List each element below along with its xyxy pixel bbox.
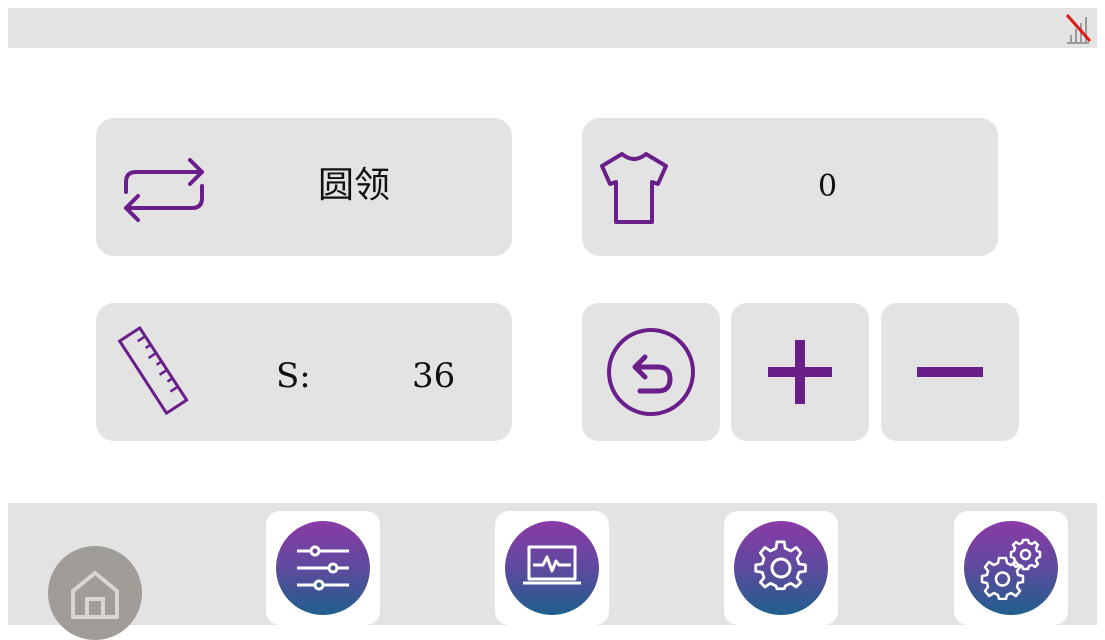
size-value: 36 (412, 356, 456, 396)
signal-off-icon (1065, 14, 1091, 44)
repeat-icon (124, 158, 204, 222)
monitor-icon (523, 545, 581, 585)
gear-icon (754, 540, 807, 591)
bottom-nav-bar (8, 503, 1097, 640)
nav-home-button[interactable] (48, 546, 142, 640)
top-status-bar (8, 8, 1097, 48)
plus-button[interactable] (731, 303, 869, 441)
collar-type-label: 圆领 (318, 165, 391, 206)
sliders-icon (297, 545, 349, 591)
plus-icon (768, 340, 832, 404)
garment-count-card: 0 (582, 118, 998, 256)
collar-type-card[interactable]: 圆领 (96, 118, 512, 256)
nav-monitor-button[interactable] (495, 511, 609, 625)
undo-icon (607, 328, 695, 416)
gears-icon (980, 538, 1042, 600)
minus-button[interactable] (881, 303, 1019, 441)
nav-advanced-settings-button[interactable] (954, 511, 1068, 625)
home-icon (71, 571, 119, 619)
garment-count-value: 0 (818, 169, 838, 204)
minus-icon (917, 367, 983, 377)
nav-settings-button[interactable] (266, 511, 380, 625)
reset-button[interactable] (582, 303, 720, 441)
t-shirt-icon (600, 152, 668, 224)
size-label: S: (276, 356, 311, 396)
ruler-icon (117, 325, 189, 415)
size-card[interactable]: S: 36 (96, 303, 512, 441)
nav-gear-button[interactable] (724, 511, 838, 625)
